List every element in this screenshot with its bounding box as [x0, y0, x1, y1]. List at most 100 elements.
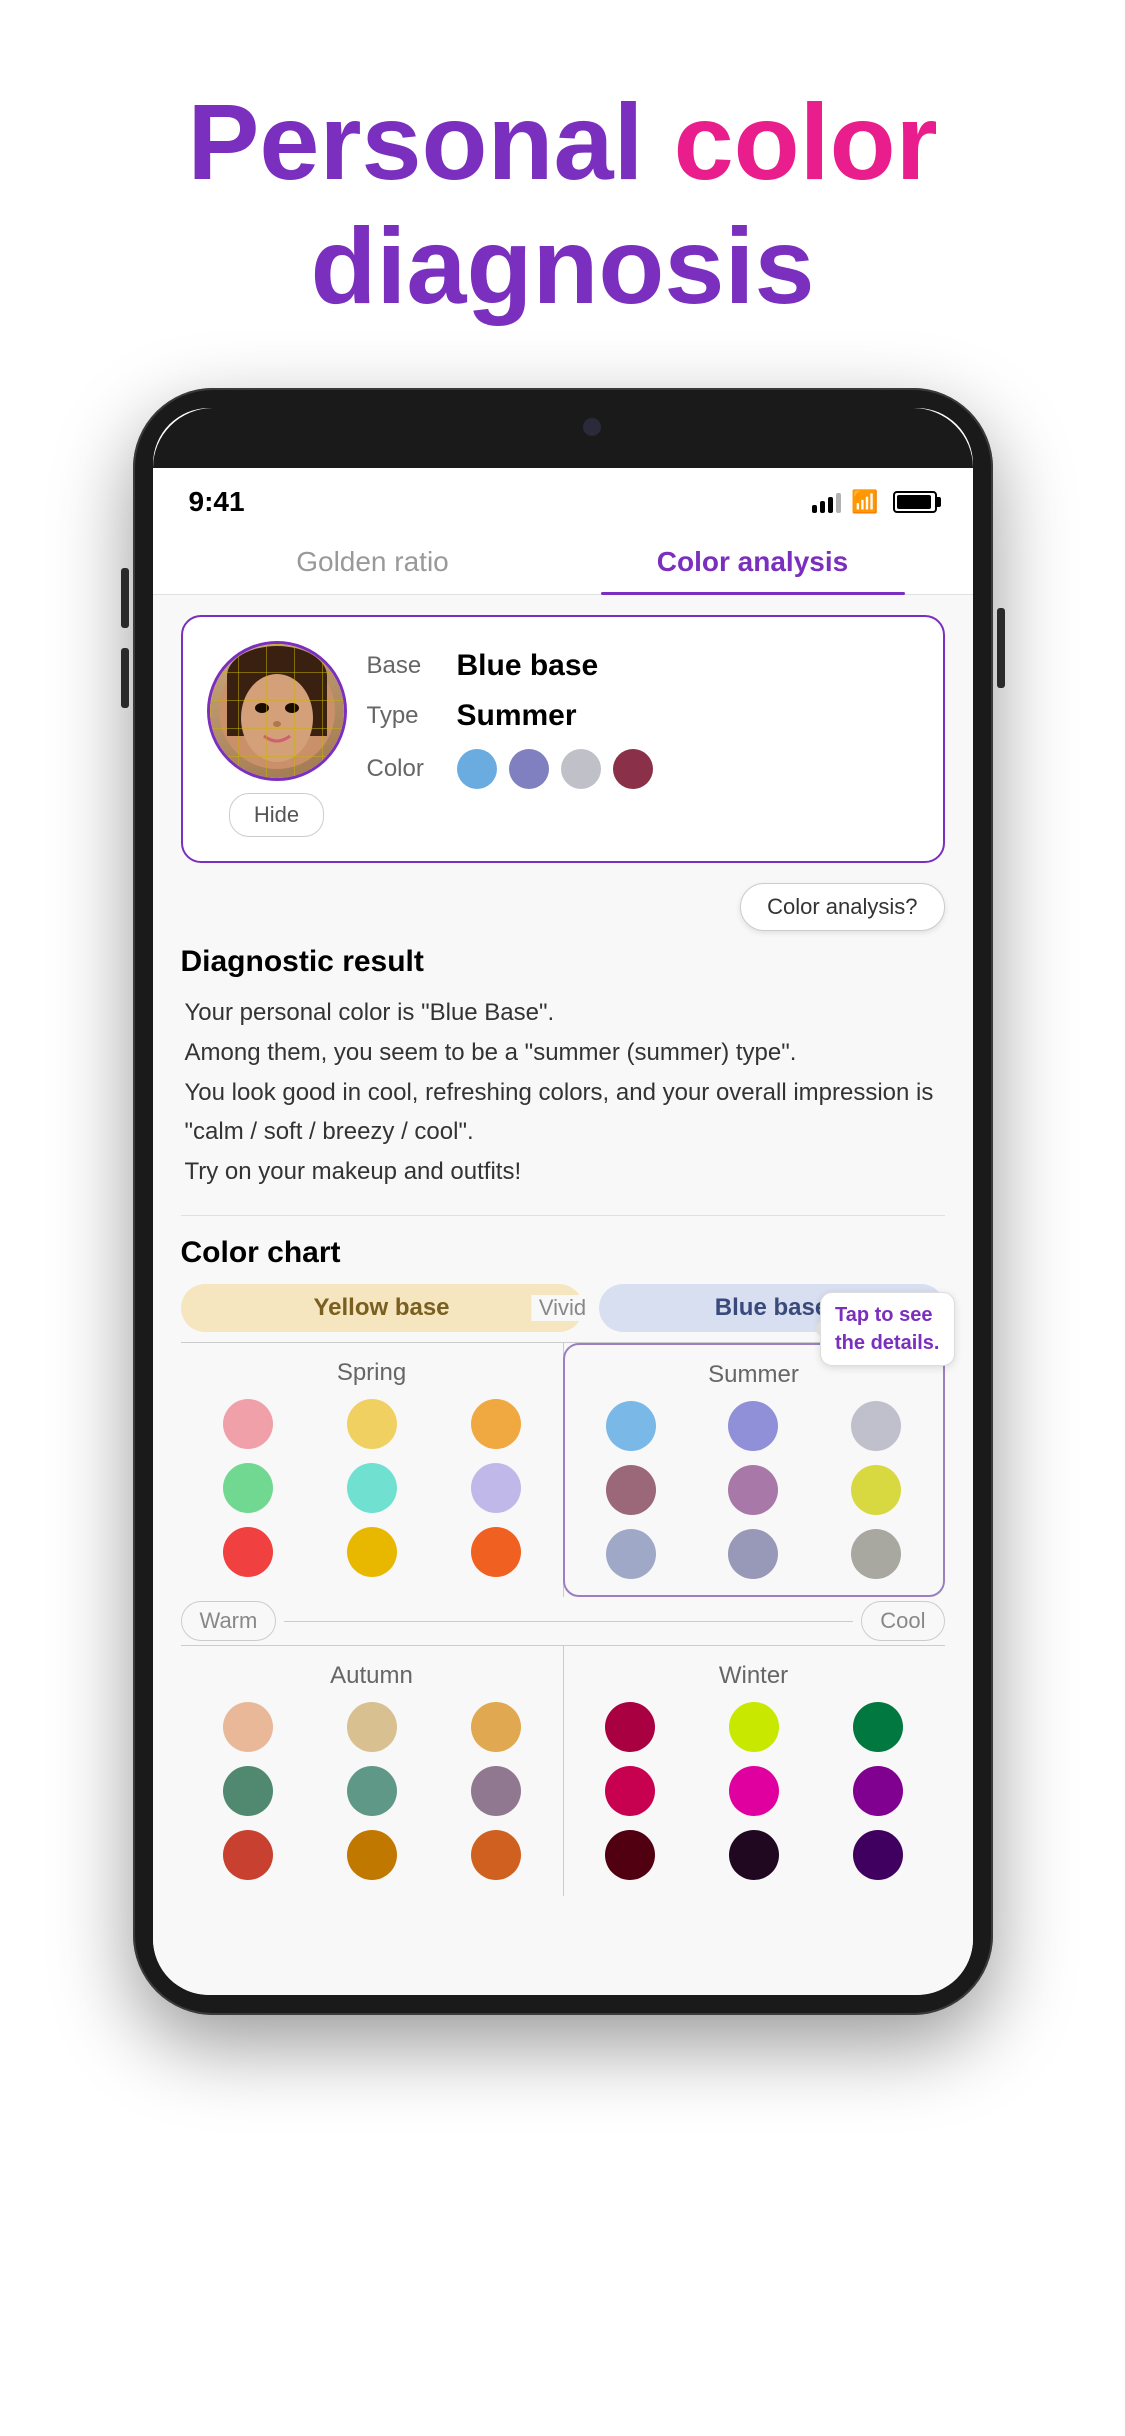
- color-dots: [457, 749, 653, 789]
- color-chart-section: Color chart Yellow base Vivid Blue base …: [181, 1236, 945, 1896]
- base-row: Base Blue base: [367, 649, 919, 683]
- tab-golden-ratio[interactable]: Golden ratio: [183, 528, 563, 594]
- spring-dot-4: [223, 1463, 273, 1513]
- axis-row: Warm Cool: [181, 1601, 945, 1641]
- summer-dot-7: [606, 1529, 656, 1579]
- diagnostic-text: Your personal color is "Blue Base". Amon…: [181, 993, 945, 1191]
- yellow-base-badge: Yellow base: [181, 1284, 583, 1332]
- color-row: Color: [367, 749, 919, 789]
- tab-color-analysis[interactable]: Color analysis: [563, 528, 943, 594]
- cool-label: Cool: [861, 1601, 944, 1641]
- color-analysis-question-button[interactable]: Color analysis?: [740, 883, 944, 931]
- tab-bar: Golden ratio Color analysis: [153, 528, 973, 595]
- main-content: Hide Base Blue base Type Summer Color: [153, 595, 973, 1995]
- tap-tooltip: Tap to seethe details.: [820, 1292, 954, 1366]
- base-value: Blue base: [457, 649, 599, 683]
- section-divider: [181, 1215, 945, 1216]
- notch-area: [153, 408, 973, 468]
- avatar-grid-overlay: [210, 644, 344, 778]
- color-label: Color: [367, 755, 457, 783]
- summer-dot-8: [728, 1529, 778, 1579]
- blue-base-area: Blue base Tap to seethe details.: [599, 1284, 945, 1332]
- winter-dot-7: [605, 1830, 655, 1880]
- winter-dot-8: [729, 1830, 779, 1880]
- autumn-dot-5: [347, 1766, 397, 1816]
- hero-title: Personal color diagnosis: [0, 0, 1125, 368]
- diagnostic-title: Diagnostic result: [181, 945, 945, 979]
- summer-dot-5: [728, 1465, 778, 1515]
- volume-down-button: [121, 648, 129, 708]
- volume-up-button: [121, 568, 129, 628]
- avatar: [207, 641, 347, 781]
- spring-quadrant[interactable]: Spring: [181, 1343, 563, 1597]
- spring-label: Spring: [193, 1359, 551, 1387]
- spring-dot-3: [471, 1399, 521, 1449]
- phone-screen: 9:41 📶 Golden ratio Color analysis: [153, 408, 973, 1995]
- spring-dot-5: [347, 1463, 397, 1513]
- notch: [423, 408, 703, 446]
- winter-dot-2: [729, 1702, 779, 1752]
- winter-dot-6: [853, 1766, 903, 1816]
- result-card: Hide Base Blue base Type Summer Color: [181, 615, 945, 863]
- winter-dot-1: [605, 1702, 655, 1752]
- title-diagnosis: diagnosis: [60, 204, 1065, 328]
- front-camera: [583, 418, 601, 436]
- winter-dot-5: [729, 1766, 779, 1816]
- spring-dot-9: [471, 1527, 521, 1577]
- hide-button[interactable]: Hide: [229, 793, 324, 837]
- spring-dot-1: [223, 1399, 273, 1449]
- summer-dot-9: [851, 1529, 901, 1579]
- summer-dot-3: [851, 1401, 901, 1451]
- winter-dot-3: [853, 1702, 903, 1752]
- winter-dot-9: [853, 1830, 903, 1880]
- type-value: Summer: [457, 699, 577, 733]
- autumn-dot-3: [471, 1702, 521, 1752]
- signal-icon: [812, 491, 841, 513]
- color-chart-title: Color chart: [181, 1236, 945, 1270]
- diagnostic-section: Diagnostic result Your personal color is…: [181, 945, 945, 1191]
- spring-dots: [193, 1399, 551, 1577]
- winter-quadrant[interactable]: Winter: [563, 1646, 945, 1896]
- summer-dot-2: [728, 1401, 778, 1451]
- wifi-icon: 📶: [851, 489, 878, 515]
- vivid-label: Vivid: [531, 1295, 594, 1321]
- autumn-dot-8: [347, 1830, 397, 1880]
- color-dot-4: [613, 749, 653, 789]
- status-icons: 📶: [812, 489, 936, 515]
- autumn-dots: [193, 1702, 551, 1880]
- autumn-dot-2: [347, 1702, 397, 1752]
- spring-dot-2: [347, 1399, 397, 1449]
- type-label: Type: [367, 702, 457, 730]
- result-info: Base Blue base Type Summer Color: [367, 641, 919, 805]
- autumn-dot-7: [223, 1830, 273, 1880]
- title-color: color: [644, 81, 938, 202]
- battery-icon: [893, 491, 937, 513]
- type-row: Type Summer: [367, 699, 919, 733]
- summer-quadrant[interactable]: Summer: [563, 1343, 945, 1597]
- avatar-section: Hide: [207, 641, 347, 837]
- chart-top-row: Spring: [181, 1342, 945, 1597]
- power-button: [997, 608, 1005, 688]
- color-dot-1: [457, 749, 497, 789]
- summer-dots: [577, 1401, 931, 1579]
- autumn-quadrant[interactable]: Autumn: [181, 1646, 563, 1896]
- chart-bottom-row: Autumn: [181, 1645, 945, 1896]
- winter-dots: [575, 1702, 933, 1880]
- spring-dot-6: [471, 1463, 521, 1513]
- spring-dot-7: [223, 1527, 273, 1577]
- color-analysis-btn-area: Color analysis?: [181, 883, 945, 931]
- autumn-dot-6: [471, 1766, 521, 1816]
- autumn-label: Autumn: [193, 1662, 551, 1690]
- status-bar: 9:41 📶: [153, 468, 973, 528]
- color-dot-3: [561, 749, 601, 789]
- base-label: Base: [367, 652, 457, 680]
- winter-label: Winter: [575, 1662, 933, 1690]
- autumn-dot-9: [471, 1830, 521, 1880]
- color-dot-2: [509, 749, 549, 789]
- summer-dot-4: [606, 1465, 656, 1515]
- autumn-dot-1: [223, 1702, 273, 1752]
- autumn-dot-4: [223, 1766, 273, 1816]
- title-personal: Personal: [187, 81, 643, 202]
- spring-dot-8: [347, 1527, 397, 1577]
- summer-dot-6: [851, 1465, 901, 1515]
